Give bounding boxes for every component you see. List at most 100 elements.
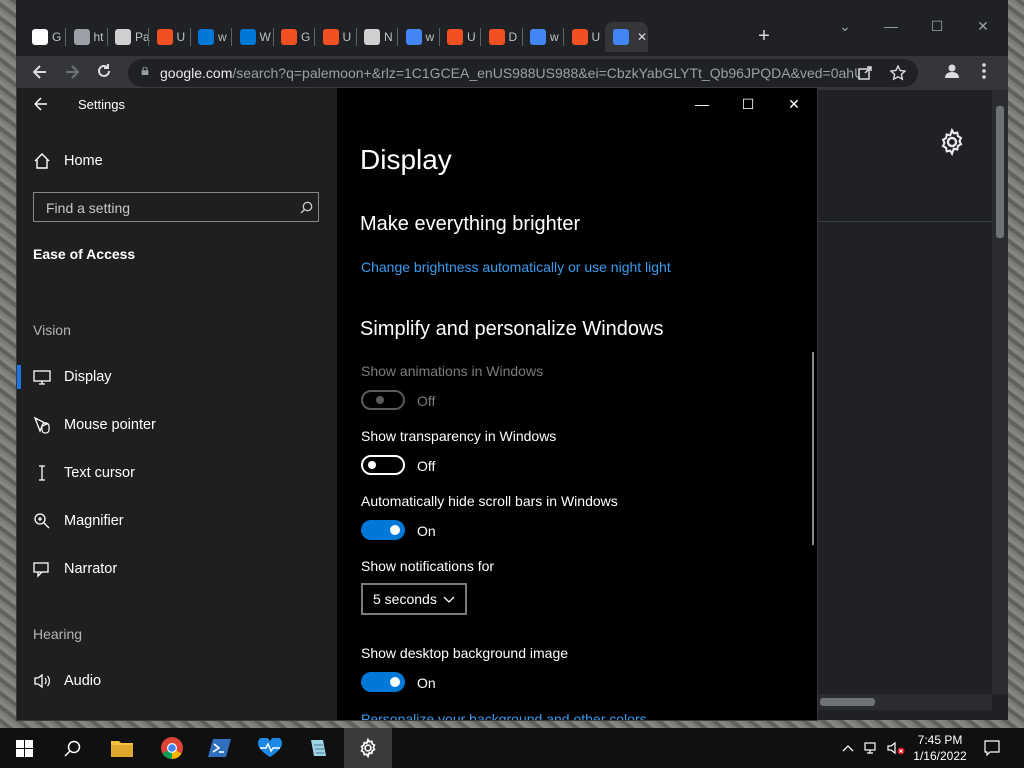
profile-button[interactable] xyxy=(936,56,968,90)
taskbar-search-button[interactable] xyxy=(48,728,96,768)
tab-title: U xyxy=(176,30,186,44)
browser-tab[interactable]: G xyxy=(24,22,67,52)
maximize-button[interactable]: ☐ xyxy=(725,92,771,116)
taskbar-settings[interactable] xyxy=(344,728,392,768)
start-button[interactable] xyxy=(0,728,48,768)
search-input[interactable] xyxy=(44,197,288,219)
browser-tab[interactable]: w xyxy=(190,22,233,52)
taskbar-health-app[interactable] xyxy=(246,728,294,768)
section-simplify-heading: Simplify and personalize Windows xyxy=(360,318,664,340)
close-button[interactable]: ✕ xyxy=(771,92,817,116)
tab-favicon-icon xyxy=(405,29,422,45)
content-scrollbar[interactable] xyxy=(812,352,814,545)
taskbar-notepad[interactable] xyxy=(294,728,342,768)
browser-tab[interactable]: w xyxy=(522,22,565,52)
nav-text-cursor[interactable]: Text cursor xyxy=(17,451,337,495)
chevron-down-icon xyxy=(443,596,455,603)
tab-favicon-icon xyxy=(198,29,214,45)
tab-favicon-icon xyxy=(115,29,131,45)
close-tab-icon[interactable]: ✕ xyxy=(637,30,647,44)
new-tab-button[interactable]: + xyxy=(751,24,777,50)
lock-icon xyxy=(141,67,149,75)
bookmark-star-icon[interactable] xyxy=(890,65,906,81)
nav-narrator[interactable]: Narrator xyxy=(17,547,337,591)
notifications-label: Show notifications for xyxy=(361,558,495,574)
vision-heading: Vision xyxy=(33,322,71,338)
divider xyxy=(818,221,992,222)
browser-tab[interactable]: D xyxy=(481,22,524,52)
tab-search-button[interactable]: ⌄ xyxy=(822,14,868,38)
powershell-icon xyxy=(208,739,231,757)
forward-button[interactable] xyxy=(56,56,88,90)
clock[interactable]: 7:45 PM 1/16/2022 xyxy=(900,732,980,764)
maximize-button[interactable]: ☐ xyxy=(914,14,960,38)
nav-audio-label: Audio xyxy=(64,673,102,689)
category-heading: Ease of Access xyxy=(33,246,136,262)
nav-audio[interactable]: Audio xyxy=(17,659,337,703)
home-icon xyxy=(34,153,50,169)
notifications-value: 5 seconds xyxy=(373,591,437,607)
reload-button[interactable] xyxy=(88,56,120,90)
scrollbar-thumb[interactable] xyxy=(996,106,1004,238)
settings-content: — ☐ ✕ Display Make everything brighter C… xyxy=(337,88,817,720)
brightness-link[interactable]: Change brightness automatically or use n… xyxy=(361,259,671,275)
search-box[interactable] xyxy=(33,192,319,222)
tab-title: N xyxy=(384,30,393,44)
minimize-button[interactable]: — xyxy=(868,14,914,38)
browser-tab[interactable]: w xyxy=(398,22,441,52)
chrome-menu-button[interactable] xyxy=(968,56,1000,90)
tab-title: W xyxy=(259,30,271,44)
browser-tab[interactable]: U xyxy=(149,22,192,52)
close-button[interactable]: ✕ xyxy=(960,14,1006,38)
transparency-toggle[interactable] xyxy=(361,455,405,475)
taskbar-powershell[interactable] xyxy=(196,728,244,768)
tab-favicon-icon xyxy=(613,29,629,45)
nav-display[interactable]: Display xyxy=(17,355,337,399)
personalize-link[interactable]: Personalize your background and other co… xyxy=(361,710,647,720)
search-icon[interactable] xyxy=(300,201,313,214)
browser-tab[interactable]: W xyxy=(232,22,275,52)
gear-icon[interactable] xyxy=(938,128,966,156)
tab-favicon-icon xyxy=(447,29,463,45)
browser-tab[interactable]: U xyxy=(564,22,607,52)
horizontal-scrollbar[interactable] xyxy=(818,694,992,710)
scrollbars-state: On xyxy=(417,523,436,539)
nav-home[interactable]: Home xyxy=(17,139,337,183)
nav-magnifier[interactable]: Magnifier xyxy=(17,499,337,543)
notifications-dropdown[interactable]: 5 seconds xyxy=(361,583,467,615)
action-center-button[interactable] xyxy=(980,728,1004,768)
share-icon[interactable] xyxy=(858,66,872,80)
tray-network[interactable] xyxy=(860,728,884,768)
animations-state: Off xyxy=(417,393,436,409)
nav-mouse-pointer[interactable]: Mouse pointer xyxy=(17,403,337,447)
profile-icon xyxy=(945,64,959,78)
minimize-button[interactable]: — xyxy=(679,92,725,116)
heart-pulse-icon xyxy=(257,738,283,757)
narrator-icon xyxy=(33,562,49,578)
browser-tab[interactable]: G xyxy=(273,22,316,52)
tab-favicon-icon xyxy=(32,29,48,45)
url-text: google.com/search?q=palemoon+&rlz=1C1GCE… xyxy=(160,65,860,81)
browser-tab[interactable]: U xyxy=(439,22,482,52)
browser-tab[interactable]: U xyxy=(315,22,358,52)
browser-tab[interactable]: ht xyxy=(66,22,109,52)
transparency-label: Show transparency in Windows xyxy=(361,428,557,444)
scrollbar-thumb[interactable] xyxy=(820,698,875,706)
tab-title: G xyxy=(52,30,62,44)
back-arrow-icon xyxy=(32,65,46,79)
browser-tab[interactable]: ✕ xyxy=(605,22,648,52)
background-label: Show desktop background image xyxy=(361,645,569,661)
scrollbars-toggle[interactable] xyxy=(361,520,405,540)
address-bar[interactable]: google.com/search?q=palemoon+&rlz=1C1GCE… xyxy=(128,59,918,87)
browser-tab[interactable]: N xyxy=(356,22,399,52)
background-toggle[interactable] xyxy=(361,672,405,692)
tab-title: w xyxy=(218,30,227,44)
vertical-scrollbar[interactable] xyxy=(992,90,1008,694)
taskbar-chrome[interactable] xyxy=(148,728,196,768)
tray-overflow-button[interactable] xyxy=(836,728,860,768)
back-arrow-icon[interactable] xyxy=(34,97,48,111)
taskbar-file-explorer[interactable] xyxy=(98,728,146,768)
browser-tab[interactable]: Pa xyxy=(107,22,150,52)
back-button[interactable] xyxy=(24,56,56,90)
nav-text-cursor-label: Text cursor xyxy=(64,465,135,481)
